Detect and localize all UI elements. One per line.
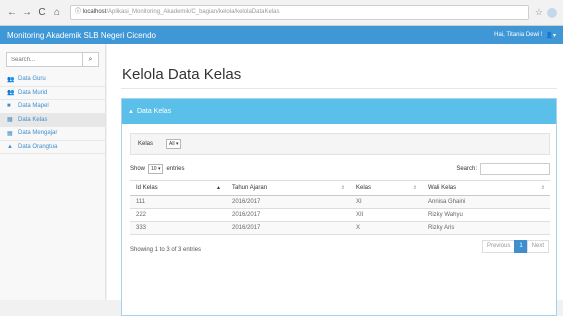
class-filter-select[interactable]: All ▾ [166,139,182,149]
data-kelas-panel: ▲ Data Kelas Kelas All ▾ Show 10 ▾ entri… [121,98,557,316]
sidebar-item-data-orangtua[interactable]: ▲ Data Orangtua [0,141,105,154]
app-header: Monitoring Akademik SLB Negeri Cicendo H… [0,26,563,44]
table-row[interactable]: 222 2016/2017 XII Rizky Wahyu [130,208,550,222]
sidebar-item-label: Data Kelas [18,116,48,123]
cell-id-kelas: 111 [130,195,226,209]
user-icon: ▲ [7,143,13,150]
user-icon: ▲ [128,108,134,115]
sidebar-search-input[interactable] [7,53,82,66]
sidebar-item-label: Data Mapel [18,103,49,110]
cell-tahun-ajaran: 2016/2017 [226,221,350,235]
class-filter: Kelas All ▾ [130,133,550,155]
table-search-input[interactable] [480,163,550,175]
table-icon: ▦ [7,130,13,137]
cell-tahun-ajaran: 2016/2017 [226,208,350,222]
title-divider [121,88,557,89]
table-controls: Show 10 ▾ entries Search: [130,163,550,175]
sidebar: ⌕ 👥Data Guru 👥Data Murid ■ Data Mapel ▦ Da… [0,44,106,300]
column-header-tahun-ajaran[interactable]: Tahun Ajaran ⇕ [226,180,350,196]
cell-wali-kelas: Annisa Ghaini [422,195,550,209]
table-info: Showing 1 to 3 of 3 entries [130,247,202,253]
url-path: /Aplikasi_Monitoring_Akademik/C_bagian/k… [106,9,280,15]
sidebar-item-data-guru[interactable]: 👥 Data Guru [0,73,105,87]
sort-asc-icon: ▲ [216,185,221,191]
cell-wali-kelas: Rizky Wahyu [422,208,550,222]
address-bar[interactable]: ⓘ localhost/Aplikasi_Monitoring_Akademik… [70,5,529,20]
column-header-wali-kelas[interactable]: Wali Kelas ⇕ [422,180,550,196]
main-content: Kelola Data Kelas ▲ Data Kelas Kelas All… [107,44,563,316]
panel-title: Data Kelas [136,108,172,115]
book-icon: ■ [7,103,11,110]
home-icon[interactable]: ⌂ [51,6,63,20]
sort-icon: ⇕ [412,185,417,191]
app-brand[interactable]: Monitoring Akademik SLB Negeri Cicendo [7,31,156,40]
sidebar-item-label: Data Orangtua [18,143,58,150]
table-row[interactable]: 111 2016/2017 XI Annisa Ghaini [130,195,550,209]
users-icon: 👥 [7,90,15,97]
sidebar-item-data-murid[interactable]: 👥 Data Murid [0,87,105,100]
cell-wali-kelas: Rizky Aris [422,221,550,235]
column-header-id-kelas[interactable]: Id Kelas ▲ [130,180,226,196]
sidebar-item-label: Data Murid [18,89,48,96]
table-header-row: Id Kelas ▲ Tahun Ajaran ⇕ Kelas ⇕ Wali Kela… [130,180,550,196]
sidebar-item-label: Data Mengajar [18,130,58,137]
cell-kelas: XII [350,208,422,222]
bookmark-star-icon[interactable]: ☆ [535,7,543,18]
user-icon[interactable]: 👤▾ [546,32,556,39]
cell-kelas: XI [350,195,422,209]
column-header-kelas[interactable]: Kelas ⇕ [350,180,422,196]
sidebar-search: ⌕ [6,52,99,67]
sidebar-item-data-mengajar[interactable]: ▦ Data Mengajar [0,127,105,141]
browser-toolbar: ← → C ⌂ ⓘ localhost/Aplikasi_Monitoring_… [0,0,563,26]
pagination: Previous 1 Next [481,240,549,253]
reload-icon[interactable]: C [36,6,48,20]
previous-page-button[interactable]: Previous [481,240,516,253]
sort-icon: ⇕ [340,185,345,191]
table-search-label: Search: [456,166,477,172]
page-1-button[interactable]: 1 [514,240,528,253]
cell-kelas: X [350,221,422,235]
user-menu[interactable]: Hai, Titania Dewi ! [494,32,542,38]
filter-label: Kelas [138,141,154,147]
sidebar-item-data-mapel[interactable]: ■ Data Mapel [0,100,105,114]
column-header-label: Kelas [356,185,372,191]
kelas-table: Id Kelas ▲ Tahun Ajaran ⇕ Kelas ⇕ Wali Kela… [130,180,550,235]
show-label: Show [130,166,146,172]
next-page-button[interactable]: Next [526,240,549,253]
entries-label: entries [166,166,185,172]
cell-id-kelas: 222 [130,208,226,222]
extension-icon[interactable] [547,7,557,18]
table-icon: ▦ [7,117,13,124]
column-header-label: Tahun Ajaran [232,185,268,191]
entries-select[interactable]: 10 ▾ [148,164,164,174]
url-host: ⓘ localhost [75,9,107,15]
forward-icon[interactable]: → [21,6,33,20]
search-icon[interactable]: ⌕ [82,53,98,66]
column-header-label: Wali Kelas [428,185,457,191]
users-icon: 👥 [7,76,15,83]
table-row[interactable]: 333 2016/2017 X Rizky Aris [130,221,550,235]
back-icon[interactable]: ← [6,6,18,20]
column-header-label: Id Kelas [136,185,158,191]
sort-icon: ⇕ [540,185,545,191]
cell-tahun-ajaran: 2016/2017 [226,195,350,209]
cell-id-kelas: 333 [130,221,226,235]
sidebar-item-label: Data Guru [18,76,46,83]
sidebar-item-data-kelas[interactable]: ▦ Data Kelas [0,113,105,127]
page-title: Kelola Data Kelas [122,66,242,83]
panel-header: ▲ Data Kelas [122,99,556,124]
